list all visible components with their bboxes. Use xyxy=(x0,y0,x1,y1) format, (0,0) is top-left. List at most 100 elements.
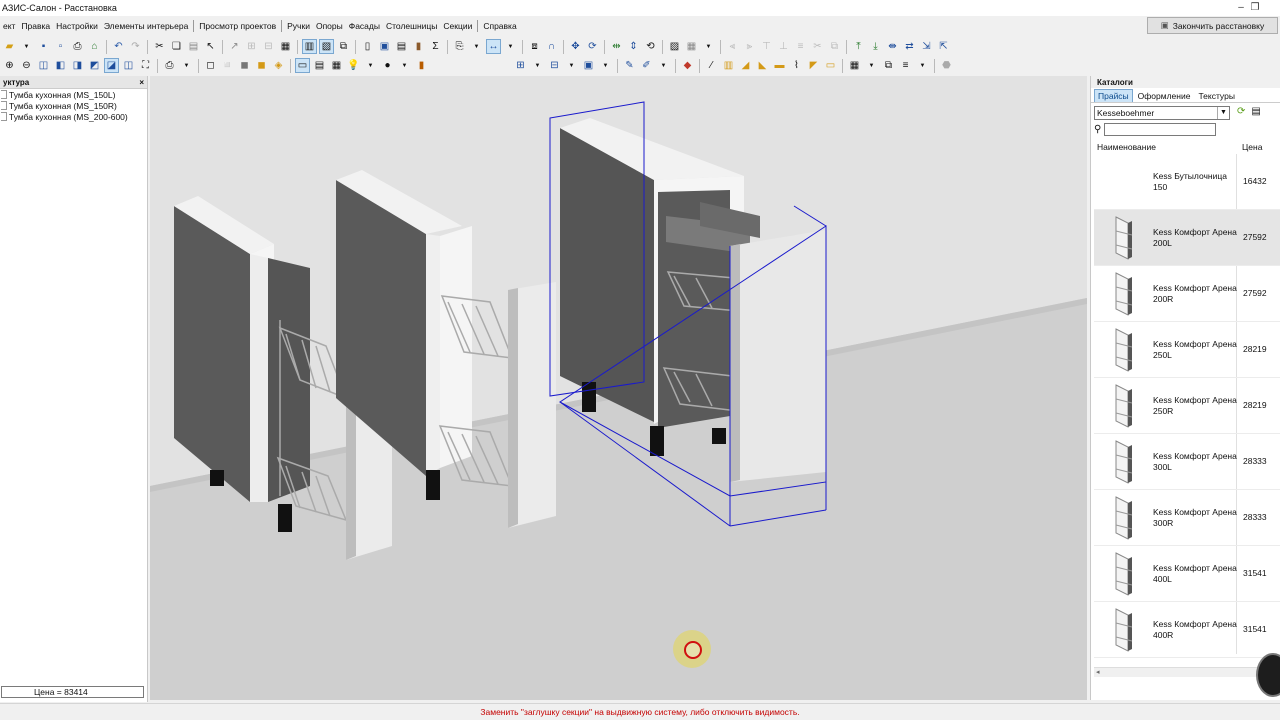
cut-icon[interactable]: ✂ xyxy=(152,39,167,54)
menu-view-projects[interactable]: Просмотр проектов xyxy=(196,21,279,31)
render-icon[interactable]: ◈ xyxy=(271,58,286,73)
cornice-icon[interactable]: ◤ xyxy=(806,58,821,73)
menu-legs[interactable]: Опоры xyxy=(313,21,346,31)
dropdown-arrow-icon[interactable]: ▼ xyxy=(701,39,716,54)
magnet-icon[interactable]: ∩ xyxy=(544,39,559,54)
dropdown-arrow-icon[interactable]: ▼ xyxy=(564,58,579,73)
printer-view-icon[interactable]: ⎙ xyxy=(162,58,177,73)
catalog-row[interactable]: Kess Комфорт Арена 200R 27592 xyxy=(1094,266,1280,322)
catalog-row[interactable]: Kess Комфорт Арена 300L 28333 xyxy=(1094,434,1280,490)
move-icon[interactable]: ✥ xyxy=(568,39,583,54)
save-icon[interactable]: ▪ xyxy=(36,39,51,54)
search-input[interactable] xyxy=(1104,123,1217,136)
cable-icon[interactable]: ⌇ xyxy=(789,58,804,73)
menu-project[interactable]: ект xyxy=(0,21,18,31)
export-icon[interactable]: ⎘ xyxy=(452,39,467,54)
close-icon[interactable]: × xyxy=(139,78,144,87)
print-icon[interactable]: ⎙ xyxy=(70,39,85,54)
dropdown-arrow-icon[interactable]: ▼ xyxy=(503,39,518,54)
zoom-out-icon[interactable]: ⊖ xyxy=(19,58,34,73)
vendor-select[interactable]: Kessebоehmer ▼ xyxy=(1094,106,1230,120)
multi-view-icon[interactable]: ▦ xyxy=(329,58,344,73)
paste-icon[interactable]: ▤ xyxy=(186,39,201,54)
book-icon[interactable]: ▮ xyxy=(414,58,429,73)
dimension-icon[interactable]: ↔ xyxy=(486,39,501,54)
view-cube-icon[interactable]: ◧ xyxy=(53,58,68,73)
ungroup-icon[interactable]: ⊟ xyxy=(261,39,276,54)
tree-item[interactable]: Тумба кухонная (MS_200-600) xyxy=(0,111,147,122)
dropdown-arrow-icon[interactable]: ▼ xyxy=(656,58,671,73)
menu-handles[interactable]: Ручки xyxy=(284,21,313,31)
scene-render[interactable] xyxy=(150,76,1087,700)
menu-settings[interactable]: Настройки xyxy=(53,21,101,31)
dropdown-arrow-icon[interactable]: ▼ xyxy=(179,58,194,73)
place-wall-icon[interactable]: ⊟ xyxy=(547,58,562,73)
rotate-icon[interactable]: ⟳ xyxy=(585,39,600,54)
align-bottom-icon[interactable]: ⊥ xyxy=(776,39,791,54)
single-view-icon[interactable]: ▭ xyxy=(295,58,310,73)
tab-design[interactable]: Оформление xyxy=(1135,90,1194,102)
dropdown-arrow-icon[interactable]: ▼ xyxy=(864,58,879,73)
walls-icon[interactable]: ⧉ xyxy=(336,39,351,54)
menu-interior[interactable]: Элементы интерьера xyxy=(101,21,191,31)
library-icon[interactable]: ▮ xyxy=(411,39,426,54)
camera-icon[interactable]: ● xyxy=(380,58,395,73)
picture-icon[interactable]: ▨ xyxy=(667,39,682,54)
horizontal-scrollbar[interactable]: ◂ xyxy=(1094,667,1278,677)
handle-icon[interactable]: ▬ xyxy=(772,58,787,73)
lower-icon[interactable]: ⤓ xyxy=(868,39,883,54)
material-icon[interactable]: ◆ xyxy=(680,58,695,73)
stop-icon[interactable]: ⬣ xyxy=(939,58,954,73)
spread-icon[interactable]: ⇼ xyxy=(885,39,900,54)
arrange-alt-icon[interactable]: ⇱ xyxy=(936,39,951,54)
wireframe-icon[interactable]: ◻ xyxy=(203,58,218,73)
light-icon[interactable]: 💡 xyxy=(346,58,361,73)
view-iso-icon[interactable]: ◪ xyxy=(104,58,119,73)
menu-edit[interactable]: Правка xyxy=(18,21,53,31)
plinth-icon[interactable]: ▭ xyxy=(823,58,838,73)
catalog-row[interactable]: Kess Комфорт Арена 250R 28219 xyxy=(1094,378,1280,434)
grid-icon[interactable]: ▦ xyxy=(278,39,293,54)
shaded-icon[interactable]: ◼ xyxy=(237,58,252,73)
list-view-icon[interactable]: ▤ xyxy=(1251,106,1260,117)
layers-icon[interactable]: ⧉ xyxy=(827,39,842,54)
trim-icon[interactable]: ⁄ xyxy=(704,58,719,73)
save-as-icon[interactable]: ▫ xyxy=(53,39,68,54)
align-top-icon[interactable]: ⊤ xyxy=(759,39,774,54)
redo-icon[interactable]: ↷ xyxy=(128,39,143,54)
cut-tool-icon[interactable]: ✂ xyxy=(810,39,825,54)
tab-textures[interactable]: Текстуры xyxy=(1195,90,1238,102)
column-name-header[interactable]: Наименование xyxy=(1097,142,1156,152)
catalog-row[interactable]: Kess Бутылочница 150 16432 xyxy=(1094,154,1280,210)
distribute-icon[interactable]: ≡ xyxy=(793,39,808,54)
dropdown-arrow-icon[interactable]: ▼ xyxy=(915,58,930,73)
3d-viewport[interactable] xyxy=(150,76,1087,700)
grid-settings-icon[interactable]: ▦ xyxy=(847,58,862,73)
catalog-row[interactable]: Kess Комфорт Арена 400R 31541 xyxy=(1094,602,1280,658)
undo-icon[interactable]: ↶ xyxy=(111,39,126,54)
catalog-row[interactable]: Kess Комфорт Арена 300R 28333 xyxy=(1094,490,1280,546)
section-icon[interactable]: ▣ xyxy=(581,58,596,73)
split-view-icon[interactable]: ▤ xyxy=(312,58,327,73)
dropdown-arrow-icon[interactable]: ▼ xyxy=(598,58,613,73)
menu-facades[interactable]: Фасады xyxy=(346,21,383,31)
join-icon[interactable]: ⇄ xyxy=(902,39,917,54)
edit-section-alt-icon[interactable]: ✐ xyxy=(639,58,654,73)
binoculars-icon[interactable]: ⚲ xyxy=(1094,124,1101,135)
rotate-3d-icon[interactable]: ⟲ xyxy=(643,39,658,54)
view-box-icon[interactable]: ◫ xyxy=(36,58,51,73)
select-icon[interactable]: ↖ xyxy=(203,39,218,54)
catalog-row[interactable]: Kess Комфорт Арена 250L 28219 xyxy=(1094,322,1280,378)
zoom-in-icon[interactable]: ⊕ xyxy=(2,58,17,73)
menu-help[interactable]: Справка xyxy=(480,21,519,31)
menu-sections[interactable]: Секции xyxy=(440,21,475,31)
column-price-header[interactable]: Цена xyxy=(1242,142,1262,152)
raise-icon[interactable]: ⤒ xyxy=(851,39,866,54)
sum-icon[interactable]: Σ xyxy=(428,39,443,54)
catalog-row[interactable]: Kess Комфорт Арена 200L 27592 xyxy=(1094,210,1280,266)
dropdown-arrow-icon[interactable]: ▼ xyxy=(530,58,545,73)
table-icon[interactable]: ▤ xyxy=(394,39,409,54)
dropdown-arrow-icon[interactable]: ▼ xyxy=(397,58,412,73)
hidden-line-icon[interactable]: ◽ xyxy=(220,58,235,73)
restore-icon[interactable]: ❐ xyxy=(1244,1,1266,15)
